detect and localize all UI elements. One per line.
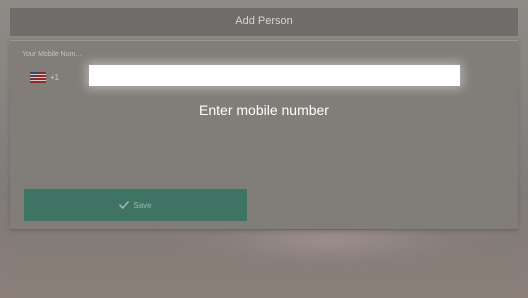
check-icon (119, 201, 130, 209)
window-title: Add Person (235, 15, 293, 27)
title-bar: Add Person (10, 8, 518, 36)
mobile-number-input[interactable] (89, 65, 460, 86)
flag-icon[interactable] (30, 72, 46, 83)
save-button[interactable]: Save (24, 189, 247, 221)
screen: Add Person Your Mobile Num... +1 Enter m… (0, 0, 528, 298)
mobile-number-hint: Enter mobile number (199, 102, 329, 118)
flag-stripe (30, 77, 46, 78)
add-person-dialog: Your Mobile Num... +1 Enter mobile numbe… (10, 40, 518, 230)
content-background (10, 229, 518, 298)
flag-stripe (30, 74, 46, 75)
country-code[interactable]: +1 (50, 73, 59, 82)
flag-stripe (30, 80, 46, 81)
mobile-number-label: Your Mobile Num... (22, 51, 82, 58)
save-button-label: Save (133, 200, 152, 210)
